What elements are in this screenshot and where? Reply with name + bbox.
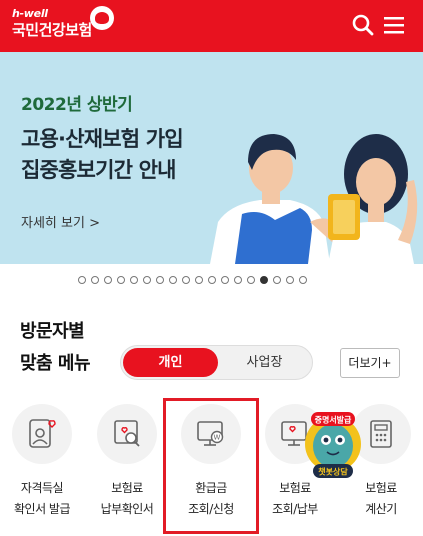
quick-menu-label-line1: 보험료 bbox=[111, 481, 143, 495]
quick-menu-label: 보험료 계산기 bbox=[345, 478, 417, 520]
quick-menu-label-line2: 계산기 bbox=[365, 502, 397, 516]
logo-mark-icon bbox=[90, 6, 114, 30]
pagination-dot[interactable] bbox=[169, 276, 177, 284]
pagination-dot[interactable] bbox=[91, 276, 99, 284]
banner-pagination bbox=[78, 276, 307, 286]
quick-menu-label: 보험료 납부확인서 bbox=[91, 478, 163, 520]
hamburger-menu-icon[interactable] bbox=[382, 14, 406, 36]
chatbot-button[interactable]: 증명서발급 챗봇상담 bbox=[303, 408, 363, 484]
pagination-dot[interactable] bbox=[247, 276, 255, 284]
quick-menu-item-payment-confirmation[interactable]: 보험료 납부확인서 bbox=[91, 404, 163, 520]
quick-menu-label: 보험료 조회/납부 bbox=[259, 478, 331, 520]
promo-banner[interactable]: 2022년 상반기 고용·산재보험 가입 집중홍보기간 안내 자세히 보기 > bbox=[0, 52, 423, 264]
pagination-dot[interactable] bbox=[130, 276, 138, 284]
logo-title: 국민건강보험 bbox=[12, 21, 92, 39]
banner-illustration bbox=[210, 134, 418, 264]
pagination-dot[interactable] bbox=[299, 276, 307, 284]
pagination-dot[interactable] bbox=[221, 276, 229, 284]
banner-title: 고용·산재보험 가입 집중홍보기간 안내 bbox=[21, 124, 184, 186]
pagination-dot[interactable] bbox=[234, 276, 242, 284]
pagination-dot[interactable] bbox=[143, 276, 151, 284]
tab-business[interactable]: 사업장 bbox=[218, 348, 311, 377]
logo[interactable]: h-well 국민건강보험 bbox=[12, 7, 92, 40]
pagination-dot[interactable] bbox=[182, 276, 190, 284]
quick-menu-label-line2: 조회/납부 bbox=[272, 502, 318, 516]
quick-menu-item-qualification[interactable]: 자격득실 확인서 발급 bbox=[6, 404, 78, 520]
pagination-dot[interactable] bbox=[208, 276, 216, 284]
chatbot-bottom-text: 챗봇상담 bbox=[318, 467, 348, 477]
tab-individual[interactable]: 개인 bbox=[123, 348, 218, 377]
visitor-menu-title-line1: 방문자별 bbox=[20, 321, 85, 342]
visitor-menu-title-line2: 맞춤 메뉴 bbox=[20, 353, 91, 374]
quick-menu-label: 자격득실 확인서 발급 bbox=[6, 478, 78, 520]
banner-title-line1: 고용·산재보험 가입 bbox=[21, 127, 184, 151]
search-icon[interactable] bbox=[352, 14, 374, 36]
app-header: h-well 국민건강보험 bbox=[0, 0, 423, 52]
chatbot-top-text: 증명서발급 bbox=[315, 415, 352, 425]
quick-menu-label-line2: 납부확인서 bbox=[100, 502, 154, 516]
quick-menu-label-line2: 확인서 발급 bbox=[13, 502, 71, 516]
banner-year: 2022년 상반기 bbox=[21, 95, 133, 115]
visitor-menu-title: 방문자별 맞춤 메뉴 bbox=[20, 316, 91, 380]
logo-subtitle: h-well bbox=[12, 7, 48, 20]
more-button[interactable]: 더보기+ bbox=[340, 348, 400, 378]
pagination-dot[interactable] bbox=[195, 276, 203, 284]
highlight-box bbox=[163, 398, 259, 534]
visitor-type-toggle: 개인 사업장 bbox=[120, 345, 313, 380]
pagination-dot[interactable] bbox=[104, 276, 112, 284]
banner-title-line2: 집중홍보기간 안내 bbox=[21, 158, 176, 182]
quick-menu-label-line1: 자격득실 bbox=[20, 481, 64, 495]
pagination-dot[interactable] bbox=[156, 276, 164, 284]
banner-more-link[interactable]: 자세히 보기 > bbox=[21, 212, 100, 231]
pagination-dot[interactable] bbox=[273, 276, 281, 284]
pagination-dot[interactable] bbox=[78, 276, 86, 284]
pagination-dot[interactable] bbox=[286, 276, 294, 284]
pagination-dot[interactable] bbox=[260, 276, 268, 284]
document-search-icon bbox=[97, 404, 157, 464]
pagination-dot[interactable] bbox=[117, 276, 125, 284]
id-card-heart-icon bbox=[12, 404, 72, 464]
